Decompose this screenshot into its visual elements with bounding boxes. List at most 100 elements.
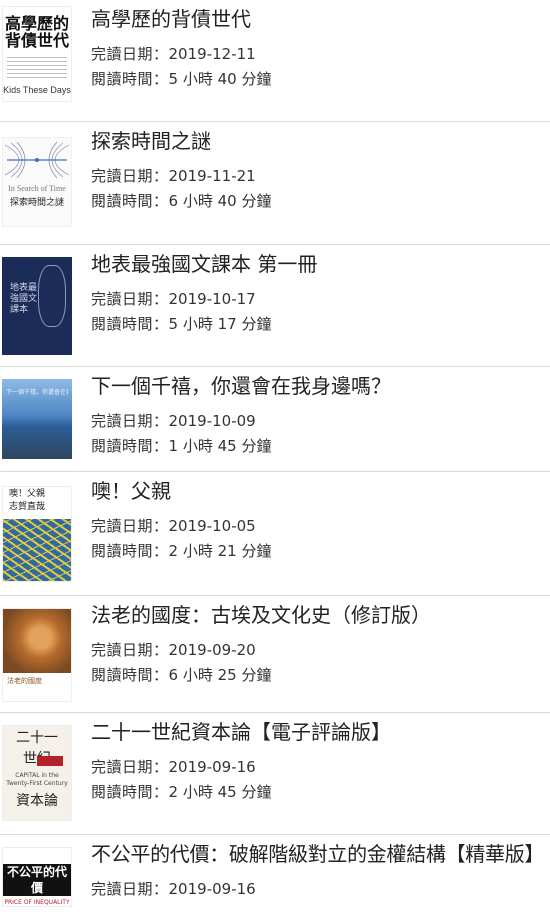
completed-date-label: 完讀日期： [91,517,169,535]
reading-time-label: 閱讀時間： [91,315,169,333]
completed-date-value: 2019-10-05 [168,517,256,535]
completed-date: 完讀日期：2019-10-17 [91,287,546,312]
completed-date-label: 完讀日期： [91,45,169,63]
completed-date-label: 完讀日期： [91,290,169,308]
reading-time-label: 閱讀時間： [91,666,169,684]
reading-time: 閱讀時間：5 小時 40 分鐘 [91,67,546,92]
book-cover[interactable]: 二十一 世紀 CAPITAL in the Twenty-First Centu… [2,725,72,821]
completed-date-value: 2019-09-16 [168,758,256,776]
list-item[interactable]: 法老的國度 法老的國度：古埃及文化史（修訂版） 完讀日期：2019-09-20 … [0,596,550,713]
cover-title: 不公平的代價 [3,864,71,896]
book-cover[interactable]: 地表最強國文課本 [2,257,72,355]
list-item[interactable]: 地表最強國文課本 地表最強國文課本 第一冊 完讀日期：2019-10-17 閱讀… [0,245,550,367]
reading-time-value: 5 小時 17 分鐘 [168,315,272,333]
time-tunnel-icon [4,141,70,179]
completed-date-value: 2019-11-21 [168,167,256,185]
completed-date: 完讀日期：2019-10-05 [91,514,546,539]
book-info: 高學歷的背債世代 完讀日期：2019-12-11 閱讀時間：5 小時 40 分鐘 [91,6,546,92]
completed-date-label: 完讀日期： [91,758,169,776]
cover-subtitle: Kids These Days [3,85,71,95]
book-title[interactable]: 法老的國度：古埃及文化史（修訂版） [91,602,546,628]
cover-title: 噢！父親 [9,489,46,499]
completed-date-label: 完讀日期： [91,412,169,430]
book-title[interactable]: 下一個千禧，你還會在我身邊嗎？ [91,373,546,399]
list-item[interactable]: In Search of Time 探索時間之謎 探索時間之謎 完讀日期：201… [0,122,550,245]
book-title[interactable]: 噢！父親 [91,478,546,504]
cover-pattern [3,519,71,581]
cover-badge [37,756,63,766]
reading-time-label: 閱讀時間： [91,437,169,455]
cover-art [3,609,71,673]
book-cover[interactable]: 下一個千禧，你還會在我身邊嗎？ [2,379,72,459]
book-title[interactable]: 探索時間之謎 [91,128,546,154]
reading-time-label: 閱讀時間： [91,542,169,560]
reading-time-value: 1 小時 45 分鐘 [168,437,272,455]
reading-time-value: 2 小時 21 分鐘 [168,542,272,560]
book-cover[interactable]: 高學歷的 背債世代 Kids These Days [2,6,72,102]
reading-time: 閱讀時間：1 小時 45 分鐘 [91,434,546,459]
cover-subtitle: CAPITAL in the Twenty-First Century [6,772,68,787]
book-info: 下一個千禧，你還會在我身邊嗎？ 完讀日期：2019-10-09 閱讀時間：1 小… [91,373,546,459]
completed-date: 完讀日期：2019-09-16 [91,755,546,780]
completed-date-value: 2019-10-09 [168,412,256,430]
book-cover[interactable]: 法老的國度 [2,608,72,702]
reading-time-label: 閱讀時間： [91,192,169,210]
completed-date: 完讀日期：2019-09-20 [91,638,546,663]
reading-time: 閱讀時間：6 小時 25 分鐘 [91,663,546,688]
list-item[interactable]: 不公平的代價 PRICE OF INEQUALITY 不公平的代價：破解階級對立… [0,835,550,915]
reading-time-label: 閱讀時間： [91,783,169,801]
list-item[interactable]: 下一個千禧，你還會在我身邊嗎？ 下一個千禧，你還會在我身邊嗎？ 完讀日期：201… [0,367,550,472]
list-item[interactable]: 噢！父親 志賀直哉 噢！父親 完讀日期：2019-10-05 閱讀時間：2 小時… [0,472,550,596]
book-title[interactable]: 不公平的代價：破解階級對立的金權結構【精華版】 [91,841,546,867]
reading-time-value: 5 小時 40 分鐘 [168,70,272,88]
list-item[interactable]: 高學歷的 背債世代 Kids These Days 高學歷的背債世代 完讀日期：… [0,0,550,122]
completed-date: 完讀日期：2019-09-16 [91,877,546,902]
reading-time: 閱讀時間：2 小時 21 分鐘 [91,539,546,564]
completed-date: 完讀日期：2019-10-09 [91,409,546,434]
list-item[interactable]: 二十一 世紀 CAPITAL in the Twenty-First Centu… [0,713,550,835]
cover-title-line: 二十一 [16,730,58,746]
book-info: 噢！父親 完讀日期：2019-10-05 閱讀時間：2 小時 21 分鐘 [91,478,546,564]
book-title[interactable]: 高學歷的背債世代 [91,6,546,32]
book-info: 法老的國度：古埃及文化史（修訂版） 完讀日期：2019-09-20 閱讀時間：6… [91,602,546,688]
book-cover[interactable]: In Search of Time 探索時間之謎 [2,137,72,227]
cover-subtitle: PRICE OF INEQUALITY [4,899,70,906]
book-cover[interactable]: 不公平的代價 PRICE OF INEQUALITY [2,847,72,907]
cover-title-line: 資本論 [16,793,58,809]
cover-title-line: 高學歷的 [4,14,69,33]
book-info: 不公平的代價：破解階級對立的金權結構【精華版】 完讀日期：2019-09-16 [91,841,546,902]
reading-time: 閱讀時間：2 小時 45 分鐘 [91,780,546,805]
reading-time: 閱讀時間：6 小時 40 分鐘 [91,189,546,214]
book-cover[interactable]: 噢！父親 志賀直哉 [2,486,72,582]
reading-time-label: 閱讀時間： [91,70,169,88]
completed-date-value: 2019-09-20 [168,641,256,659]
cover-title: 下一個千禧，你還會在我身邊嗎？ [6,389,68,396]
completed-date-value: 2019-10-17 [168,290,256,308]
cover-text-lines [7,54,67,80]
completed-date: 完讀日期：2019-11-21 [91,164,546,189]
cover-title-zh: 探索時間之謎 [9,198,64,208]
reading-time-value: 2 小時 45 分鐘 [168,783,272,801]
book-title[interactable]: 二十一世紀資本論【電子評論版】 [91,719,546,745]
book-info: 地表最強國文課本 第一冊 完讀日期：2019-10-17 閱讀時間：5 小時 1… [91,251,546,337]
completed-date-label: 完讀日期： [91,880,169,898]
completed-date-label: 完讀日期： [91,641,169,659]
book-title[interactable]: 地表最強國文課本 第一冊 [91,251,546,277]
cover-title: 法老的國度 [7,677,42,685]
cover-title-en: In Search of Time [8,184,66,193]
cover-title: 高學歷的 背債世代 [3,15,71,49]
cover-title: 地表最強國文課本 [10,283,38,315]
book-info: 探索時間之謎 完讀日期：2019-11-21 閱讀時間：6 小時 40 分鐘 [91,128,546,214]
completed-date-label: 完讀日期： [91,167,169,185]
cover-title-line: 背債世代 [4,31,69,50]
completed-date-value: 2019-12-11 [168,45,256,63]
reading-history-list: 高學歷的 背債世代 Kids These Days 高學歷的背債世代 完讀日期：… [0,0,550,915]
cover-graphic [38,265,66,327]
completed-date-value: 2019-09-16 [168,880,256,898]
book-info: 二十一世紀資本論【電子評論版】 完讀日期：2019-09-16 閱讀時間：2 小… [91,719,546,805]
reading-time-value: 6 小時 25 分鐘 [168,666,272,684]
cover-author: 志賀直哉 [9,502,46,512]
completed-date: 完讀日期：2019-12-11 [91,42,546,67]
reading-time: 閱讀時間：5 小時 17 分鐘 [91,312,546,337]
reading-time-value: 6 小時 40 分鐘 [168,192,272,210]
